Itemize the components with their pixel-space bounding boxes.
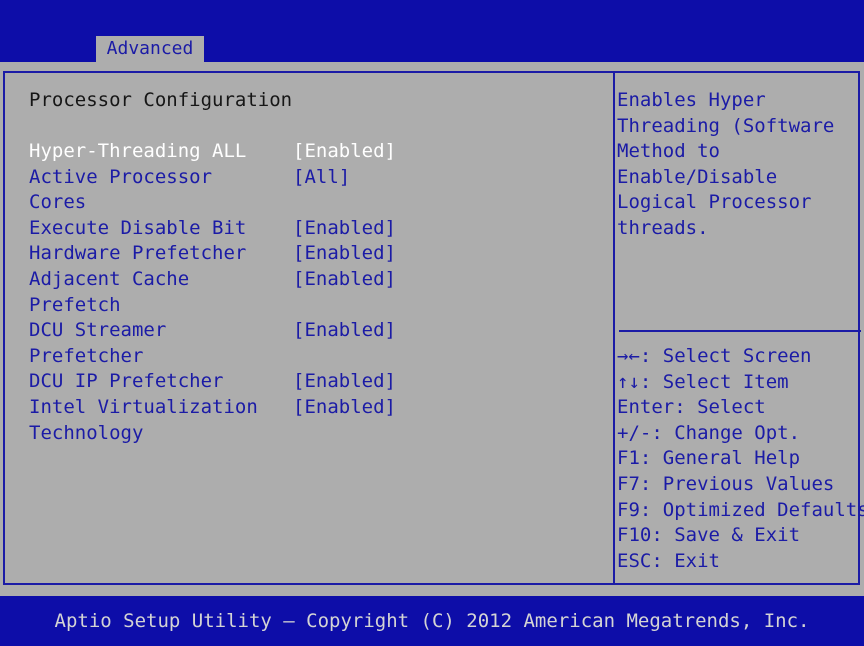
key-help-line: +/-: Change Opt. [617, 421, 801, 444]
setting-value[interactable]: [Enabled] [293, 241, 396, 267]
setting-label: DCU IP Prefetcher [29, 370, 224, 393]
setting-label: DCU Streamer Prefetcher [29, 319, 167, 367]
tab-advanced[interactable]: Advanced [96, 36, 204, 62]
setting-label: Hardware Prefetcher [29, 242, 247, 265]
key-help-line: F9: Optimized Defaults [617, 498, 864, 521]
bottom-bar: Aptio Setup Utility – Copyright (C) 2012… [0, 596, 864, 646]
key-help-line: Enter: Select [617, 396, 766, 419]
setting-label: Hyper-Threading ALL [29, 140, 247, 162]
top-menu-bar: Advanced [0, 0, 864, 62]
setting-value[interactable]: [All] [293, 165, 350, 191]
copyright-footer: Aptio Setup Utility – Copyright (C) 2012… [54, 610, 810, 632]
help-text: Enables Hyper Threading (Software Method… [617, 89, 835, 239]
setting-value[interactable]: [Enabled] [293, 395, 396, 421]
key-help-line: ↑↓: Select Item [617, 370, 789, 393]
section-title: Processor Configuration [29, 89, 293, 111]
setting-label: Adjacent Cache Prefetch [29, 268, 190, 316]
key-help-line: F7: Previous Values [617, 472, 835, 495]
setting-label: Active Processor Cores [29, 165, 213, 214]
key-help-line: →←: Select Screen [617, 345, 812, 367]
key-help-line: F1: General Help [617, 447, 801, 470]
help-divider [619, 330, 861, 332]
setting-value[interactable]: [Enabled] [293, 267, 396, 293]
key-help-line: ESC: Exit [617, 549, 720, 572]
setting-value[interactable]: [Enabled] [293, 318, 396, 344]
key-help-list: →←: Select Screen ↑↓: Select Item Enter: S… [617, 344, 864, 574]
setting-label: Execute Disable Bit [29, 216, 247, 239]
setting-value[interactable]: [Enabled] [293, 139, 396, 165]
vertical-divider [613, 73, 615, 583]
setting-value[interactable]: [Enabled] [293, 216, 396, 242]
setting-value[interactable]: [Enabled] [293, 369, 396, 395]
setting-label: Intel Virtualization Technology [29, 396, 258, 444]
key-help-line: F10: Save & Exit [617, 524, 801, 547]
